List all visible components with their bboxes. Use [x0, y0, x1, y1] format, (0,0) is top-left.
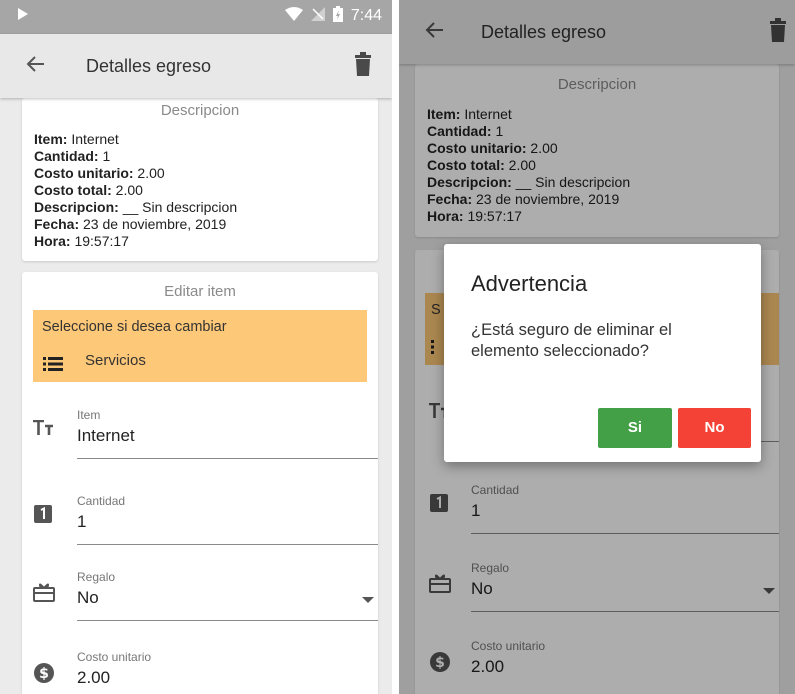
gift-underline	[77, 620, 378, 621]
quantity-label: Cantidad	[77, 494, 126, 508]
details-card: Descripcion Item: Internet Cantidad: 1 C…	[22, 98, 378, 261]
status-bar: 7:44	[0, 0, 392, 34]
screenshot-divider	[392, 0, 399, 694]
quantity-underline	[77, 544, 378, 545]
app-bar: Detalles egreso	[0, 34, 392, 98]
confirm-no-button[interactable]: No	[678, 408, 751, 448]
text-size-icon	[33, 419, 53, 440]
quantity-value[interactable]: 1	[77, 512, 86, 532]
item-label: Item	[77, 408, 101, 422]
content-scroll[interactable]: Descripcion Item: Internet Cantidad: 1 C…	[0, 98, 392, 694]
gift-select[interactable]: Regalo No	[22, 570, 378, 640]
phone-screen-right: Detalles egreso Descripcion Item: Intern…	[399, 0, 795, 694]
detail-row: Item: Internet	[34, 131, 119, 147]
wifi-icon	[284, 7, 303, 25]
detail-row: Cantidad: 1	[34, 148, 111, 164]
category-selector[interactable]: Seleccione si desea cambiar Servicios	[33, 310, 367, 382]
detail-row: Descripcion: __ Sin descripcion	[34, 199, 238, 215]
play-icon	[16, 7, 30, 25]
unit-cost-field[interactable]: $ Costo unitario 2.00	[22, 650, 378, 694]
confirm-delete-dialog: Advertencia ¿Está seguro de eliminar el …	[444, 244, 761, 462]
svg-text:$: $	[39, 666, 49, 682]
dropdown-arrow-icon[interactable]	[362, 597, 374, 603]
unit-cost-label: Costo unitario	[77, 650, 152, 664]
category-value: Servicios	[85, 352, 146, 369]
category-prompt: Seleccione si desea cambiar	[42, 319, 227, 335]
signal-icon	[310, 7, 325, 25]
detail-row: Fecha: 23 de noviembre, 2019	[34, 216, 227, 232]
unit-cost-value[interactable]: 2.00	[77, 668, 110, 688]
edit-card: Editar item Seleccione si desea cambiar …	[22, 272, 378, 694]
item-value[interactable]: Internet	[77, 426, 135, 446]
gift-value[interactable]: No	[77, 588, 99, 608]
edit-card-title: Editar item	[164, 283, 236, 300]
page-title: Detalles egreso	[86, 56, 212, 76]
dialog-title: Advertencia	[471, 271, 588, 296]
clock: 7:44	[350, 7, 382, 24]
item-field[interactable]: Item Internet	[22, 408, 378, 478]
dollar-icon: $	[33, 662, 54, 683]
battery-icon	[332, 6, 343, 26]
gift-icon	[33, 582, 55, 602]
confirm-yes-button[interactable]: Si	[598, 408, 672, 448]
dialog-message: ¿Está seguro de eliminar el elemento sel…	[471, 321, 672, 360]
back-arrow-icon[interactable]	[24, 52, 48, 76]
detail-row: Costo unitario: 2.00	[34, 165, 165, 181]
phone-screen-left: 7:44 Detalles egreso Descripcion Item: I…	[0, 0, 392, 694]
list-icon	[43, 357, 63, 371]
quantity-field[interactable]: Cantidad 1	[22, 494, 378, 564]
detail-row: Costo total: 2.00	[34, 182, 143, 198]
detail-row: Hora: 19:57:17	[34, 233, 129, 249]
trash-icon[interactable]	[354, 52, 372, 76]
number-one-icon	[33, 504, 53, 524]
details-list: Item: Internet Cantidad: 1 Costo unitari…	[34, 131, 237, 250]
details-card-title: Descripcion	[160, 102, 240, 119]
item-underline	[77, 458, 378, 459]
gift-label: Regalo	[77, 570, 116, 584]
